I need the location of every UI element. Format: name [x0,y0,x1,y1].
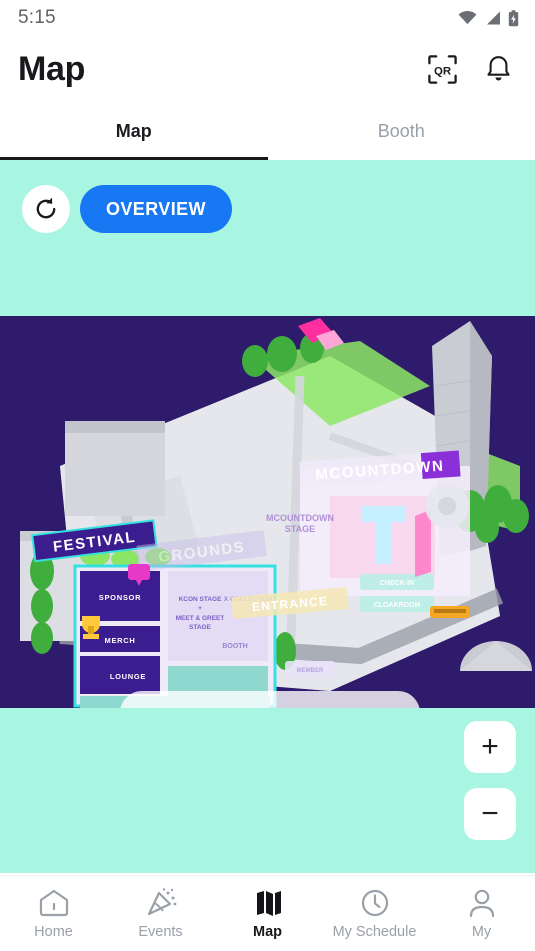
nav-item-map[interactable]: Map [214,876,321,951]
zoom-controls: + − [464,721,516,840]
plus-icon: + [481,730,499,763]
tab-map-label: Map [115,120,152,141]
tab-map[interactable]: Map [0,102,268,160]
svg-text:MEET & GREET: MEET & GREET [176,615,225,622]
signal-icon [487,11,500,25]
tab-booth-label: Booth [377,120,425,141]
nav-item-my-schedule[interactable]: My Schedule [321,876,428,951]
svg-text:MEMBER: MEMBER [297,668,324,674]
nav-label-my-schedule: My Schedule [332,924,417,940]
page-title: Map [18,49,86,88]
nav-label-home: Home [34,924,73,940]
app-bar-actions: QR [427,54,513,85]
clock-icon [361,889,388,917]
map-toolbar: OVERVIEW [0,160,535,316]
svg-text:QR: QR [434,65,451,77]
nav-item-home[interactable]: Home [0,876,107,951]
svg-text:+: + [198,605,202,612]
nav-item-my[interactable]: My [428,876,535,951]
wifi-icon [458,10,477,25]
svg-text:LOUNGE: LOUNGE [110,672,146,681]
svg-text:STAGE: STAGE [189,624,212,631]
svg-text:STAGE: STAGE [285,524,315,534]
map-canvas[interactable]: FESTIVAL GROUNDS SPONSOR MERCH LOUNGE KC… [0,316,535,708]
nav-item-events[interactable]: Events [107,876,214,951]
zoom-out-button[interactable]: − [464,788,516,840]
refresh-icon [36,197,56,219]
svg-text:MCOUNTDOWN: MCOUNTDOWN [266,513,334,523]
confetti-icon [147,888,176,916]
battery-charging-icon [508,9,519,26]
minus-icon: − [481,797,499,830]
status-icon-group [458,9,519,27]
app-bar: Map QR [0,36,535,102]
svg-text:KCON STAGE: KCON STAGE [179,596,223,603]
overview-button[interactable]: OVERVIEW [80,185,232,233]
nav-label-events: Events [138,924,183,940]
status-time: 5:15 [18,7,56,28]
svg-text:BOOTH: BOOTH [222,643,247,650]
map-icon [256,891,281,916]
tab-booth[interactable]: Booth [268,102,535,160]
person-icon [469,889,494,918]
festival-map-illustration: FESTIVAL GROUNDS SPONSOR MERCH LOUNGE KC… [0,316,535,708]
svg-text:CLOAKROOM: CLOAKROOM [374,602,421,609]
bottom-navigation: Home Events Map My Schedule My [0,875,535,951]
nav-label-map: Map [253,924,282,940]
svg-text:CHECK-IN: CHECK-IN [380,580,414,587]
zoom-in-button[interactable]: + [464,721,516,773]
map-bottom-panel: + − [0,708,535,873]
svg-text:MERCH: MERCH [105,636,136,645]
svg-text:SPONSOR: SPONSOR [99,593,141,602]
notification-bell-icon[interactable] [484,54,513,84]
nav-label-my: My [471,924,492,940]
refresh-button[interactable] [22,185,70,233]
qr-scan-icon[interactable]: QR [427,54,458,85]
tab-bar: Map Booth [0,102,535,160]
home-icon [39,889,68,917]
status-bar: 5:15 [0,0,535,36]
